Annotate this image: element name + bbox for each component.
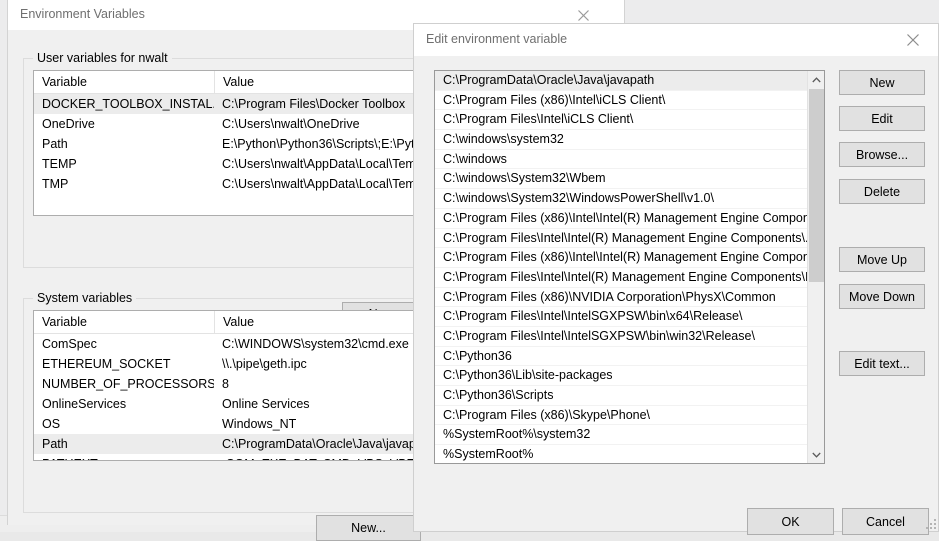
cell-variable: OneDrive (42, 117, 95, 131)
cell-variable: NUMBER_OF_PROCESSORS (42, 377, 214, 391)
chevron-up-glyph (811, 76, 821, 82)
ok-button[interactable]: OK (747, 508, 834, 535)
close-glyph (907, 34, 919, 46)
resize-grip[interactable] (923, 516, 936, 529)
chevron-up-icon[interactable] (808, 71, 824, 88)
edit-text-button[interactable]: Edit text... (839, 351, 925, 376)
browse-button[interactable]: Browse... (839, 142, 925, 167)
new-button[interactable]: New (839, 70, 925, 95)
cell-variable: Path (42, 137, 68, 151)
column-header-variable[interactable]: Variable (34, 315, 214, 329)
edit-environment-variable-body: C:\ProgramData\Oracle\Java\javapath C:\P… (414, 56, 938, 535)
page-title: Environment Variables (20, 7, 145, 21)
path-entries-list[interactable]: C:\ProgramData\Oracle\Java\javapath C:\P… (434, 70, 825, 464)
cell-variable: ETHEREUM_SOCKET (42, 357, 171, 371)
cell-variable: ComSpec (42, 337, 97, 351)
cancel-button[interactable]: Cancel (842, 508, 929, 535)
edit-environment-variable-window: Edit environment variable C:\ProgramData… (413, 23, 939, 535)
system-variables-legend: System variables (33, 291, 137, 305)
list-item[interactable]: C:\Program Files (x86)\Intel\iCLS Client… (435, 91, 807, 111)
edit-environment-variable-titlebar: Edit environment variable (414, 24, 938, 56)
list-item[interactable]: C:\windows (435, 150, 807, 170)
move-up-button[interactable]: Move Up (839, 247, 925, 272)
move-down-button[interactable]: Move Down (839, 284, 925, 309)
list-item[interactable]: %SystemRoot% (435, 445, 807, 463)
path-entries-list-items: C:\ProgramData\Oracle\Java\javapath C:\P… (435, 71, 807, 463)
cell-variable: DOCKER_TOOLBOX_INSTAL... (42, 97, 214, 111)
close-icon[interactable] (890, 25, 936, 55)
edit-dialog-title: Edit environment variable (426, 32, 568, 46)
chevron-down-glyph (811, 452, 821, 458)
chevron-down-icon[interactable] (808, 446, 824, 463)
cell-variable: TMP (42, 177, 69, 191)
list-item[interactable]: C:\Program Files\Intel\IntelSGXPSW\bin\w… (435, 327, 807, 347)
list-item[interactable]: C:\Python36\Scripts (435, 386, 807, 406)
cell-variable: OnlineServices (42, 397, 127, 411)
list-item[interactable]: C:\Program Files (x86)\NVIDIA Corporatio… (435, 288, 807, 308)
list-item[interactable]: %SystemRoot%\system32 (435, 425, 807, 446)
list-item[interactable]: C:\Program Files (x86)\Intel\Intel(R) Ma… (435, 209, 807, 229)
cell-variable: OS (42, 417, 61, 431)
list-item[interactable]: C:\Python36 (435, 347, 807, 367)
column-header-variable[interactable]: Variable (34, 75, 214, 89)
list-item[interactable]: C:\Python36\Lib\site-packages (435, 366, 807, 386)
path-list-scrollbar[interactable] (807, 71, 824, 463)
list-item[interactable]: C:\Program Files\Intel\IntelSGXPSW\bin\x… (435, 307, 807, 327)
list-item[interactable]: C:\Program Files (x86)\Intel\Intel(R) Ma… (435, 248, 807, 268)
list-item[interactable]: C:\windows\system32 (435, 130, 807, 150)
list-item[interactable]: C:\windows\System32\Wbem (435, 169, 807, 190)
user-variables-legend: User variables for nwalt (33, 51, 172, 65)
system-new-button[interactable]: New... (316, 515, 421, 541)
cell-variable: TEMP (42, 157, 77, 171)
list-item[interactable]: C:\Program Files (x86)\Skype\Phone\ (435, 406, 807, 426)
cell-variable: Path (42, 437, 68, 451)
edit-button[interactable]: Edit (839, 106, 925, 131)
list-item[interactable]: C:\Program Files\Intel\Intel(R) Manageme… (435, 229, 807, 249)
scrollbar-thumb[interactable] (809, 89, 824, 282)
list-item[interactable]: C:\Program Files\Intel\iCLS Client\ (435, 110, 807, 131)
list-item[interactable]: C:\Program Files\Intel\Intel(R) Manageme… (435, 268, 807, 288)
close-glyph (577, 9, 589, 21)
delete-button[interactable]: Delete (839, 179, 925, 204)
cell-variable: PATHEXT (34, 457, 214, 460)
list-item[interactable]: C:\ProgramData\Oracle\Java\javapath (435, 71, 807, 91)
list-item[interactable]: C:\windows\System32\WindowsPowerShell\v1… (435, 189, 807, 209)
